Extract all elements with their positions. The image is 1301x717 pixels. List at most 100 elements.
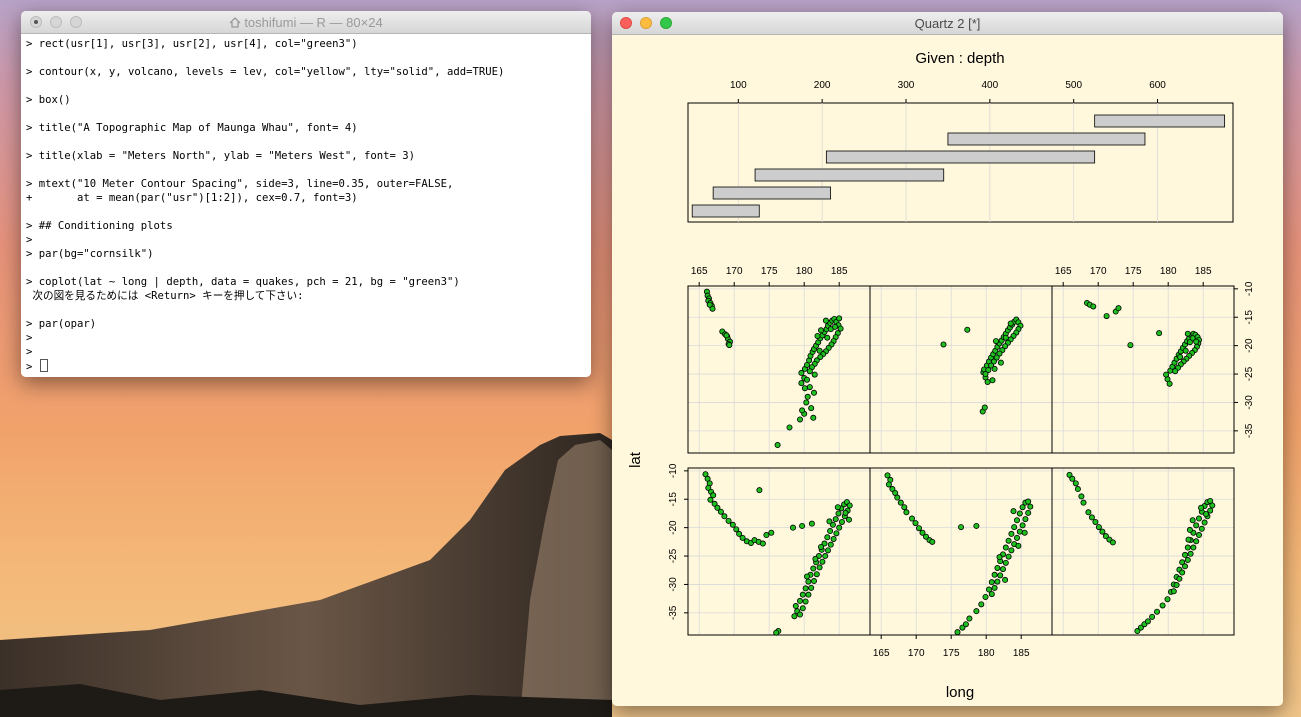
data-point (1154, 608, 1161, 615)
depth-tick-label: 400 (982, 80, 999, 91)
terminal-titlebar[interactable]: toshifumi — R — 80×24 (21, 11, 591, 34)
console-output[interactable]: > rect(usr[1], usr[3], usr[2], usr[4], c… (21, 34, 591, 377)
data-point (791, 613, 798, 620)
y-tick-label: -25 (1244, 366, 1255, 381)
data-point (908, 515, 915, 522)
data-point (1002, 544, 1009, 551)
data-point (1008, 530, 1015, 537)
data-point (1189, 517, 1196, 524)
data-point (1166, 380, 1173, 387)
data-point (799, 591, 806, 598)
y-tick-label: -30 (1244, 395, 1255, 410)
x-tick-label: 180 (796, 266, 813, 277)
quartz-titlebar[interactable]: Quartz 2 [*] (612, 12, 1283, 35)
console-line: 次の図を見るためには <Return> キーを押して下さい: (26, 290, 304, 302)
data-point (810, 565, 817, 572)
data-point (1186, 526, 1193, 533)
data-point (988, 591, 995, 598)
data-point (846, 502, 853, 509)
data-point (1074, 486, 1081, 493)
data-point (803, 399, 810, 406)
data-point (1184, 544, 1191, 551)
data-point (763, 532, 770, 539)
data-point (984, 378, 991, 385)
console-line: > par(bg="cornsilk") (26, 248, 154, 260)
data-point (1203, 511, 1210, 518)
panel-frame (869, 285, 1053, 454)
depth-interval-bar (712, 186, 831, 200)
data-point (808, 405, 815, 412)
data-point (1196, 532, 1203, 539)
data-point (1193, 522, 1200, 529)
data-point (999, 566, 1006, 573)
house-icon (229, 17, 241, 28)
data-point (1007, 320, 1014, 327)
data-point (827, 528, 834, 535)
data-point (1163, 371, 1170, 378)
data-point (1103, 313, 1110, 320)
data-point (1013, 534, 1020, 541)
data-point (1027, 503, 1034, 510)
scatter-panel (1051, 467, 1235, 636)
x-tick-label: 165 (691, 266, 708, 277)
data-point (1016, 510, 1023, 517)
x-tick-label: 180 (978, 648, 995, 659)
data-point (817, 327, 824, 334)
data-point (824, 534, 831, 541)
data-point (1198, 504, 1205, 511)
console-line: > mtext("10 Meter Contour Spacing", side… (26, 178, 454, 190)
data-point (901, 504, 908, 511)
panel-frame (1051, 467, 1235, 636)
data-point (912, 520, 919, 527)
data-point (721, 513, 728, 520)
data-point (768, 529, 775, 536)
y-tick-label: -20 (668, 520, 679, 535)
depth-interval-bar (947, 132, 1146, 146)
data-point (989, 377, 996, 384)
data-point (1069, 475, 1076, 482)
data-point (808, 520, 815, 527)
data-point (725, 517, 732, 524)
x-tick-label: 185 (1013, 648, 1030, 659)
data-point (802, 598, 809, 605)
data-point (903, 509, 910, 516)
data-point (1170, 588, 1177, 595)
y-tick-label: -35 (668, 605, 679, 620)
x-tick-label: 180 (1160, 266, 1177, 277)
data-point (789, 524, 796, 531)
text-cursor (39, 359, 48, 372)
data-point (1092, 518, 1099, 525)
data-point (1025, 498, 1032, 505)
data-point (1201, 519, 1208, 526)
panel-frame (1051, 285, 1235, 454)
data-point (816, 347, 823, 354)
data-point (796, 597, 803, 604)
data-point (802, 585, 809, 592)
data-point (1185, 536, 1192, 543)
data-point (798, 380, 805, 387)
data-point (1099, 528, 1106, 535)
data-point (816, 564, 823, 571)
console-line: > (26, 346, 33, 358)
data-point (991, 365, 998, 372)
data-point (822, 317, 829, 324)
data-point (973, 608, 980, 615)
data-point (1090, 303, 1097, 310)
console-line: > ## Conditioning plots (26, 220, 173, 232)
data-point (1088, 514, 1095, 521)
data-point (810, 389, 817, 396)
data-point (1002, 576, 1009, 583)
data-point (792, 603, 799, 610)
y-tick-label: -15 (668, 492, 679, 507)
data-point (1196, 515, 1203, 522)
data-point (1005, 553, 1012, 560)
data-point (756, 487, 763, 494)
x-tick-label: 185 (1195, 266, 1212, 277)
data-point (1144, 618, 1151, 625)
y-tick-label: -25 (668, 548, 679, 563)
data-point (997, 359, 1004, 366)
data-point (962, 621, 969, 628)
data-point (897, 499, 904, 506)
